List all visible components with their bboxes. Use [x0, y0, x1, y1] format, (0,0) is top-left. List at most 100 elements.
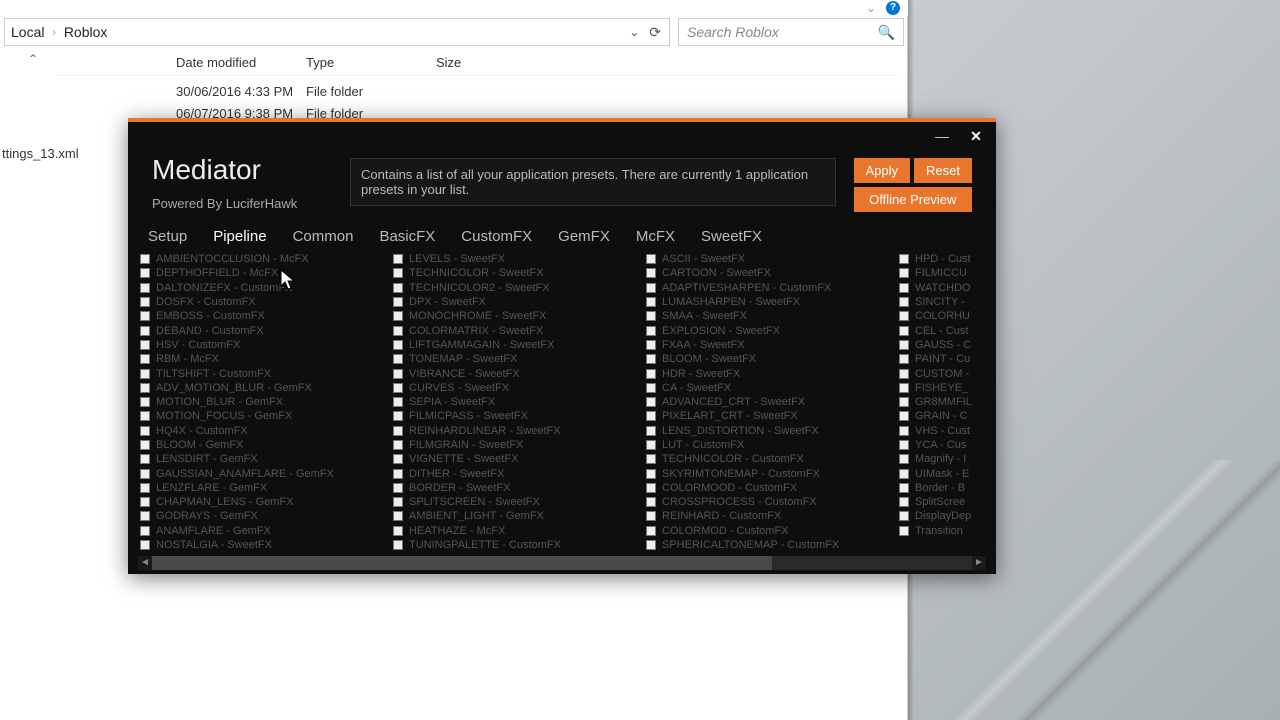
checkbox[interactable] [646, 297, 656, 307]
preset-item[interactable]: FISHEYE_ [897, 381, 986, 395]
checkbox[interactable] [393, 297, 403, 307]
checkbox[interactable] [140, 411, 150, 421]
checkbox[interactable] [646, 511, 656, 521]
preset-item[interactable]: GAUSSIAN_ANAMFLARE - GemFX [138, 466, 391, 480]
checkbox[interactable] [140, 540, 150, 550]
preset-item[interactable]: MOTION_BLUR - GemFX [138, 395, 391, 409]
preset-item[interactable]: BORDER - SweetFX [391, 481, 644, 495]
preset-item[interactable]: DITHER - SweetFX [391, 466, 644, 480]
preset-item[interactable]: LUMASHARPEN - SweetFX [644, 295, 897, 309]
preset-item[interactable]: FILMICCU [897, 266, 986, 280]
preset-item[interactable]: COLORHU [897, 309, 986, 323]
column-size[interactable]: Size [436, 55, 536, 70]
checkbox[interactable] [899, 511, 909, 521]
scroll-left-icon[interactable]: ◄ [138, 556, 152, 570]
checkbox[interactable] [140, 311, 150, 321]
checkbox[interactable] [899, 454, 909, 464]
checkbox[interactable] [899, 497, 909, 507]
checkbox[interactable] [140, 254, 150, 264]
preset-item[interactable]: YCA - Cus [897, 438, 986, 452]
preset-item[interactable]: ASCII - SweetFX [644, 252, 897, 266]
preset-item[interactable]: LENSDIRT - GemFX [138, 452, 391, 466]
checkbox[interactable] [140, 326, 150, 336]
checkbox[interactable] [646, 426, 656, 436]
checkbox[interactable] [140, 497, 150, 507]
checkbox[interactable] [393, 526, 403, 536]
checkbox[interactable] [140, 469, 150, 479]
checkbox[interactable] [899, 440, 909, 450]
preset-item[interactable]: CEL - Cust [897, 323, 986, 337]
checkbox[interactable] [140, 397, 150, 407]
checkbox[interactable] [899, 411, 909, 421]
checkbox[interactable] [393, 397, 403, 407]
checkbox[interactable] [646, 340, 656, 350]
checkbox[interactable] [140, 526, 150, 536]
checkbox[interactable] [899, 340, 909, 350]
preset-item[interactable]: AMBIENT_LIGHT - GemFX [391, 509, 644, 523]
checkbox[interactable] [899, 326, 909, 336]
preset-item[interactable]: CHAPMAN_LENS - GemFX [138, 495, 391, 509]
checkbox[interactable] [646, 469, 656, 479]
preset-item[interactable]: REINHARD - CustomFX [644, 509, 897, 523]
checkbox[interactable] [393, 469, 403, 479]
preset-item[interactable]: HDR - SweetFX [644, 366, 897, 380]
preset-item[interactable]: GODRAYS - GemFX [138, 509, 391, 523]
tab-common[interactable]: Common [291, 226, 356, 253]
checkbox[interactable] [646, 440, 656, 450]
preset-item[interactable]: COLORMOOD - CustomFX [644, 481, 897, 495]
preset-item[interactable]: Border - B [897, 481, 986, 495]
checkbox[interactable] [393, 440, 403, 450]
preset-item[interactable]: SINCITY - [897, 295, 986, 309]
preset-item[interactable]: WATCHDO [897, 281, 986, 295]
preset-item[interactable]: PAINT - Cu [897, 352, 986, 366]
checkbox[interactable] [393, 497, 403, 507]
checkbox[interactable] [393, 369, 403, 379]
preset-item[interactable]: DEPTHOFFIELD - McFX [138, 266, 391, 280]
breadcrumb-segment[interactable]: Local [11, 24, 44, 40]
preset-item[interactable]: ADAPTIVESHARPEN - CustomFX [644, 281, 897, 295]
preset-item[interactable]: SMAA - SweetFX [644, 309, 897, 323]
preset-item[interactable]: VIBRANCE - SweetFX [391, 366, 644, 380]
preset-item[interactable]: HQ4X - CustomFX [138, 424, 391, 438]
preset-item[interactable]: CURVES - SweetFX [391, 381, 644, 395]
checkbox[interactable] [393, 383, 403, 393]
breadcrumb-segment[interactable]: Roblox [64, 24, 108, 40]
checkbox[interactable] [646, 354, 656, 364]
checkbox[interactable] [899, 483, 909, 493]
preset-item[interactable]: DALTONIZEFX - CustomFX [138, 281, 391, 295]
preset-item[interactable]: SPLITSCREEN - SweetFX [391, 495, 644, 509]
preset-item[interactable]: HPD - Cust [897, 252, 986, 266]
preset-item[interactable]: TECHNICOLOR2 - SweetFX [391, 281, 644, 295]
checkbox[interactable] [646, 311, 656, 321]
preset-item[interactable]: SplitScree [897, 495, 986, 509]
preset-item[interactable]: ADVANCED_CRT - SweetFX [644, 395, 897, 409]
checkbox[interactable] [393, 483, 403, 493]
path-box[interactable]: Local › Roblox ⌄ ⟳ [4, 18, 670, 46]
preset-item[interactable]: FILMGRAIN - SweetFX [391, 438, 644, 452]
preset-item[interactable]: DEBAND - CustomFX [138, 323, 391, 337]
preset-item[interactable]: AMBIENTOCCLUSION - McFX [138, 252, 391, 266]
chevron-down-icon[interactable]: ⌄ [866, 1, 876, 15]
checkbox[interactable] [899, 268, 909, 278]
checkbox[interactable] [393, 311, 403, 321]
checkbox[interactable] [646, 283, 656, 293]
checkbox[interactable] [646, 369, 656, 379]
preset-item[interactable]: DPX - SweetFX [391, 295, 644, 309]
checkbox[interactable] [899, 254, 909, 264]
table-row[interactable]: 30/06/2016 4:33 PM File folder [176, 80, 436, 102]
checkbox[interactable] [140, 426, 150, 436]
preset-item[interactable]: UIMask - E [897, 466, 986, 480]
preset-item[interactable]: LUT - CustomFX [644, 438, 897, 452]
checkbox[interactable] [899, 383, 909, 393]
preset-item[interactable]: CARTOON - SweetFX [644, 266, 897, 280]
checkbox[interactable] [393, 326, 403, 336]
preset-item[interactable]: LEVELS - SweetFX [391, 252, 644, 266]
preset-item[interactable]: CUSTOM - [897, 366, 986, 380]
preset-item[interactable]: LENZFLARE - GemFX [138, 481, 391, 495]
preset-item[interactable]: FILMICPASS - SweetFX [391, 409, 644, 423]
checkbox[interactable] [140, 483, 150, 493]
preset-item[interactable]: SPHERICALTONEMAP - CustomFX [644, 538, 897, 552]
preset-item[interactable]: COLORMATRIX - SweetFX [391, 323, 644, 337]
checkbox[interactable] [646, 540, 656, 550]
preset-item[interactable]: Transition [897, 524, 986, 538]
